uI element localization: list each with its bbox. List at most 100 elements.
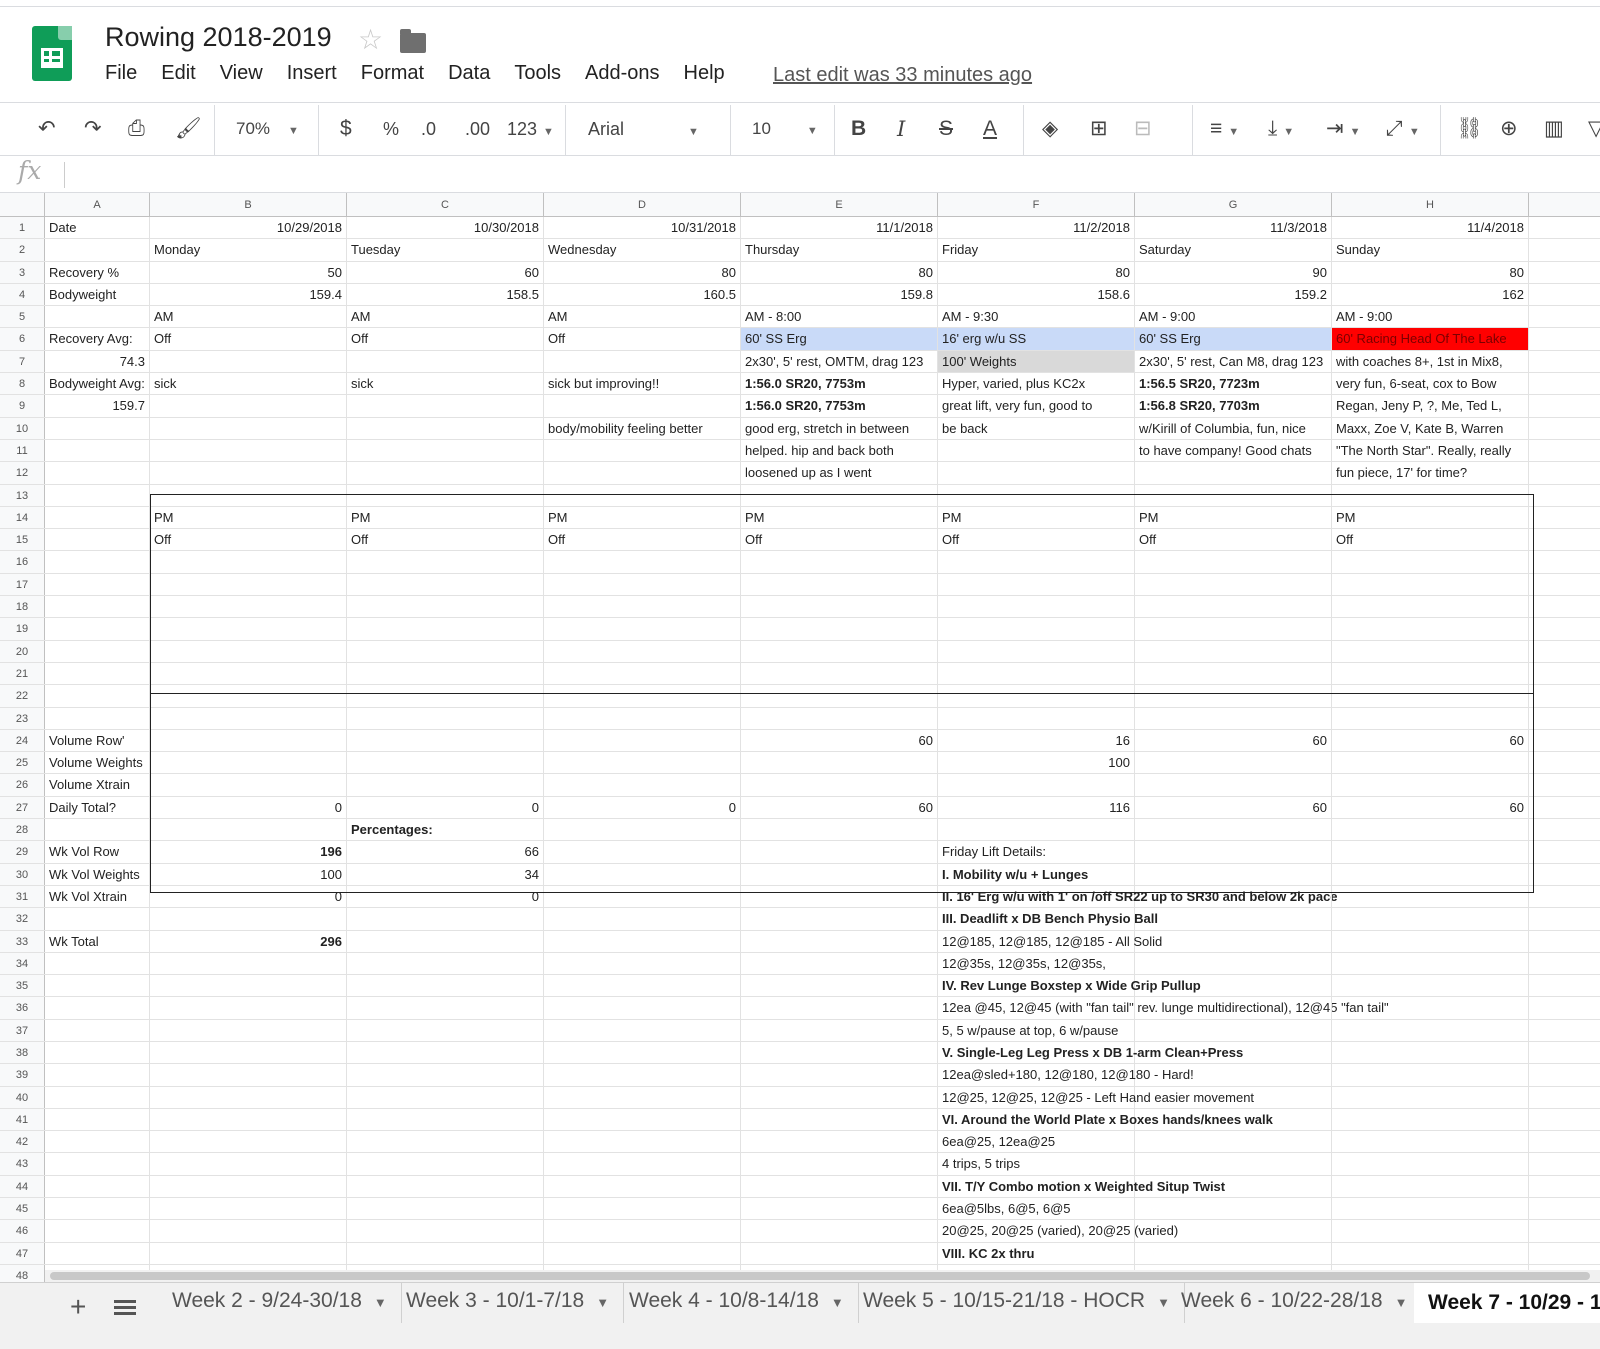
row-number[interactable]: 36 — [0, 997, 45, 1019]
cell-c33[interactable] — [347, 930, 544, 952]
print-icon[interactable]: ⎙ — [128, 113, 145, 145]
cell-f11[interactable] — [938, 439, 1135, 462]
cell-e43[interactable] — [741, 1153, 938, 1175]
cell-a44[interactable] — [45, 1175, 150, 1198]
cell-c46[interactable] — [347, 1220, 544, 1242]
cell-a43[interactable] — [45, 1153, 150, 1175]
cell-h2[interactable]: Sunday — [1332, 239, 1529, 261]
cell-g32[interactable] — [1135, 908, 1332, 930]
cell-g2[interactable]: Saturday — [1135, 239, 1332, 261]
cell-f20[interactable] — [938, 640, 1135, 662]
paint-format-icon[interactable]: 🖌 — [175, 113, 202, 145]
cell-g45[interactable] — [1135, 1198, 1332, 1220]
cell-h25[interactable] — [1332, 752, 1529, 774]
cell-e12[interactable]: loosened up as I went — [741, 462, 938, 484]
cell-b4[interactable]: 159.4 — [150, 283, 347, 306]
cell-e47[interactable] — [741, 1242, 938, 1264]
redo-icon[interactable]: ↷ — [84, 113, 102, 145]
cell-e24[interactable]: 60 — [741, 729, 938, 752]
cell-e16[interactable] — [741, 551, 938, 573]
row-number[interactable]: 6 — [0, 328, 45, 350]
cell-c23[interactable] — [347, 707, 544, 729]
cell-f33[interactable]: 12@185, 12@185, 12@185 - All Solid — [938, 930, 1162, 952]
cell-b20[interactable] — [150, 640, 347, 662]
select-all-corner[interactable] — [0, 193, 45, 216]
cell-c29[interactable]: 66 — [347, 841, 544, 863]
row-number[interactable]: 1 — [0, 217, 45, 239]
cell-d7[interactable] — [544, 350, 741, 373]
cell-c12[interactable] — [347, 462, 544, 484]
cell-c25[interactable] — [347, 752, 544, 774]
cell-g27[interactable]: 60 — [1135, 796, 1332, 819]
cell-b28[interactable] — [150, 819, 347, 841]
cell-b3[interactable]: 50 — [150, 261, 347, 283]
cell-g42[interactable] — [1135, 1131, 1332, 1153]
cell-d8[interactable]: sick but improving!! — [544, 373, 741, 395]
cell-e30[interactable] — [741, 863, 938, 885]
cell-e18[interactable] — [741, 596, 938, 618]
cell-a29[interactable]: Wk Vol Row — [45, 841, 150, 863]
cell-f24[interactable]: 16 — [938, 729, 1135, 752]
cell-f22[interactable] — [938, 685, 1135, 707]
cell-f42[interactable]: 6ea@25, 12ea@25 — [938, 1131, 1135, 1153]
cell-a15[interactable] — [45, 529, 150, 551]
cell-c27[interactable]: 0 — [347, 796, 544, 819]
cell-b15[interactable]: Off — [150, 529, 347, 551]
cell-a26[interactable]: Volume Xtrain — [45, 774, 150, 796]
filter-icon[interactable]: ▽ — [1588, 113, 1600, 145]
cell-f40[interactable]: 12@25, 12@25, 12@25 - Left Hand easier m… — [938, 1086, 1254, 1108]
document-title[interactable]: Rowing 2018-2019 — [105, 22, 332, 53]
cell-g14[interactable]: PM — [1135, 506, 1332, 529]
cell-h28[interactable] — [1332, 819, 1529, 841]
row-number[interactable]: 3 — [0, 261, 45, 283]
cell-a34[interactable] — [45, 952, 150, 975]
cell-b26[interactable] — [150, 774, 347, 796]
cell-a42[interactable] — [45, 1131, 150, 1153]
font-size-select[interactable]: 10 ▼ — [752, 113, 818, 147]
cell-c28[interactable]: Percentages: — [347, 819, 544, 841]
cell-e25[interactable] — [741, 752, 938, 774]
cell-c1[interactable]: 10/30/2018 — [347, 217, 544, 239]
cell-d26[interactable] — [544, 774, 741, 796]
cell-a41[interactable] — [45, 1108, 150, 1131]
menu-data[interactable]: Data — [448, 62, 490, 90]
cell-g22[interactable] — [1135, 685, 1332, 707]
cell-b14[interactable]: PM — [150, 506, 347, 529]
cell-a46[interactable] — [45, 1220, 150, 1242]
cell-h22[interactable] — [1332, 685, 1529, 707]
cell-h34[interactable] — [1332, 952, 1529, 975]
cell-e35[interactable] — [741, 975, 938, 997]
cell-h6[interactable]: 60' Racing Head Of The Lake — [1332, 328, 1529, 350]
row-number[interactable]: 17 — [0, 573, 45, 596]
cell-h29[interactable] — [1332, 841, 1529, 863]
cell-g24[interactable]: 60 — [1135, 729, 1332, 752]
cell-c7[interactable] — [347, 350, 544, 373]
cell-g20[interactable] — [1135, 640, 1332, 662]
cell-d47[interactable] — [544, 1242, 741, 1264]
cell-e36[interactable] — [741, 997, 938, 1019]
cell-h17[interactable] — [1332, 573, 1529, 596]
cell-e10[interactable]: good erg, stretch in between — [741, 417, 938, 439]
sheets-logo-icon[interactable] — [32, 26, 72, 81]
cell-a5[interactable] — [45, 306, 150, 328]
cell-d4[interactable]: 160.5 — [544, 283, 741, 306]
cell-f15[interactable]: Off — [938, 529, 1135, 551]
cell-h16[interactable] — [1332, 551, 1529, 573]
cell-b10[interactable] — [150, 417, 347, 439]
cell-g8[interactable]: 1:56.5 SR20, 7723m — [1135, 373, 1332, 395]
currency-button[interactable]: $ — [340, 113, 352, 145]
cell-h24[interactable]: 60 — [1332, 729, 1529, 752]
column-header-h[interactable]: H — [1332, 193, 1529, 216]
cell-g33[interactable] — [1135, 930, 1332, 952]
cell-e13[interactable] — [741, 484, 938, 506]
cell-g13[interactable] — [1135, 484, 1332, 506]
cell-g18[interactable] — [1135, 596, 1332, 618]
cell-h14[interactable]: PM — [1332, 506, 1529, 529]
cell-b18[interactable] — [150, 596, 347, 618]
row-number[interactable]: 19 — [0, 618, 45, 640]
cell-d10[interactable]: body/mobility feeling better — [544, 417, 741, 439]
cell-h43[interactable] — [1332, 1153, 1529, 1175]
cell-e11[interactable]: helped. hip and back both — [741, 439, 938, 462]
cell-h26[interactable] — [1332, 774, 1529, 796]
cell-b21[interactable] — [150, 662, 347, 685]
